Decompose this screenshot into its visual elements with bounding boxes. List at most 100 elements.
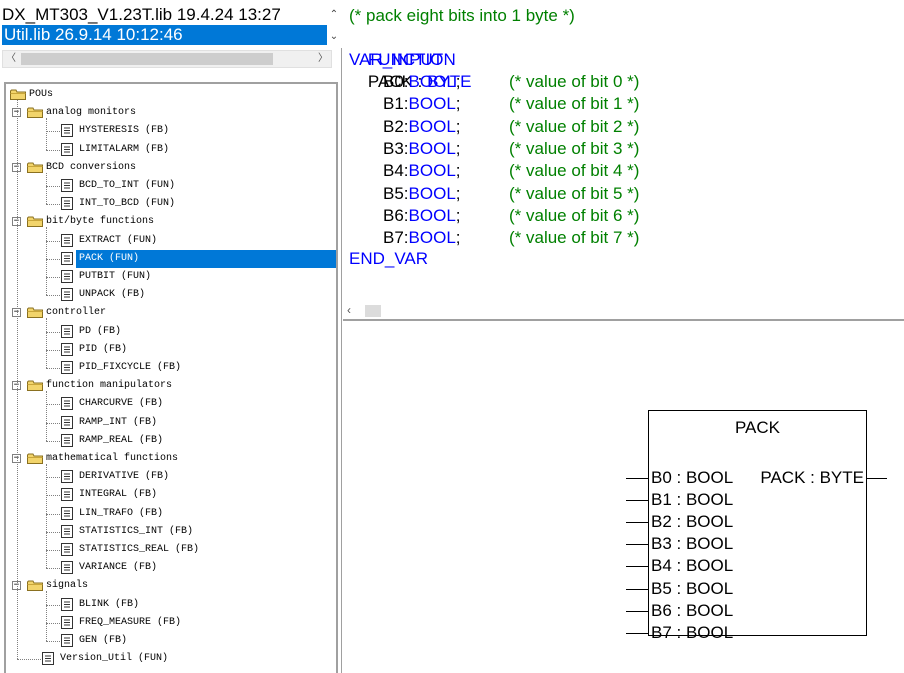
document-icon [61, 142, 73, 156]
tree-item[interactable]: PACK (FUN) [6, 249, 336, 268]
document-icon [61, 324, 73, 338]
tree-item[interactable]: LIN_TRAFO (FB) [6, 505, 336, 523]
tree-connector [46, 277, 60, 278]
tree-item[interactable]: RAMP_INT (FB) [6, 414, 336, 432]
tree-item[interactable]: BLINK (FB) [6, 596, 336, 614]
document-icon [61, 634, 73, 647]
tree-folder[interactable]: − signals [6, 577, 336, 595]
tree-item-label: UNPACK (FB) [79, 289, 146, 301]
scroll-up-icon[interactable]: ⌃ [328, 5, 340, 25]
declaration-editor[interactable]: (* pack eight bits into 1 byte *) FUNCTI… [343, 0, 904, 321]
input-pin-label: B2 : BOOL [651, 512, 734, 532]
tree-folder[interactable]: − function manipulators [6, 377, 336, 395]
function-block[interactable]: PACK B0 : BOOL B1 : BOOL B2 : BOOL B3 : BOO… [648, 410, 867, 642]
document-icon [61, 361, 73, 374]
tree-folder[interactable]: − analog monitors [6, 104, 336, 122]
pou-tree-panel: POUs − analog monitors HYSTERESIS (FB) LIMIT… [4, 82, 338, 673]
tree-folder-label: controller [46, 307, 107, 319]
tree-connector [46, 604, 60, 606]
document-icon [61, 288, 73, 302]
tree-item-label: INT_TO_BCD (FUN) [79, 198, 176, 210]
tree-item[interactable]: VARIANCE (FB) [6, 559, 336, 577]
tree-connector [46, 464, 47, 569]
tree-item[interactable]: UNPACK (FB) [6, 286, 336, 304]
tree-item[interactable]: PUTBIT (FUN) [6, 268, 336, 286]
tree-connector [46, 318, 47, 368]
var-name: B4 [383, 161, 404, 181]
var-declaration: B5:BOOL; [383, 183, 461, 205]
tree-folder[interactable]: − BCD conversions [6, 159, 336, 177]
var-comment: (* value of bit 7 *) [509, 228, 640, 248]
tree-item[interactable]: STATISTICS_INT (FB) [6, 523, 336, 541]
scroll-left-icon[interactable]: 〈 [3, 51, 19, 67]
input-pin-label: B3 : BOOL [651, 534, 734, 554]
var-comment: (* value of bit 3 *) [509, 138, 640, 158]
library-item[interactable]: DX_MT303_V1.23T.lib 19.4.24 13:27 [2, 5, 327, 25]
tree-item[interactable]: GEN (FB) [6, 632, 336, 650]
tree-item[interactable]: PD (FB) [6, 323, 336, 341]
tree-item-label: HYSTERESIS (FB) [79, 125, 170, 137]
tree-connector [46, 149, 60, 151]
var-name: B1 [383, 94, 404, 114]
tree-connector [46, 391, 47, 441]
tree-item[interactable]: HYSTERESIS (FB) [6, 122, 336, 140]
tree-folder-label: analog monitors [46, 107, 137, 119]
tree-connector [46, 622, 60, 624]
input-pin-line [626, 610, 648, 612]
tree-item-label: EXTRACT (FUN) [79, 234, 158, 246]
var-type: BOOL [408, 116, 456, 136]
tree-item[interactable]: STATISTICS_REAL (FB) [6, 541, 336, 559]
tree-connector [46, 204, 60, 206]
scroll-right-icon[interactable]: 〉 [315, 51, 331, 67]
tree-folder[interactable]: − bit/byte functions [6, 213, 336, 231]
document-icon [61, 251, 73, 265]
scroll-left-icon[interactable]: ‹ [347, 302, 361, 318]
folder-icon [27, 380, 43, 392]
tree-item[interactable]: LIMITALARM (FB) [6, 141, 336, 159]
tree-connector [46, 368, 60, 369]
tree-connector [46, 349, 60, 351]
tree-item[interactable]: EXTRACT (FUN) [6, 232, 336, 250]
tree-item-label: DERIVATIVE (FB) [79, 471, 170, 483]
tree-item[interactable]: POUs [6, 86, 336, 104]
tree-connector [46, 331, 60, 333]
scroll-down-icon[interactable]: ⌄ [328, 27, 340, 47]
library-selector-list[interactable]: DX_MT303_V1.23T.lib 19.4.24 13:27 Util.l… [0, 0, 342, 48]
tree-folder[interactable]: − controller [6, 304, 336, 322]
tree-item-label: PACK (FUN) [76, 249, 336, 268]
tree-connector [46, 440, 60, 442]
library-item-selected[interactable]: Util.lib 26.9.14 10:12:46 [2, 25, 327, 45]
tree-connector [46, 258, 60, 260]
tree-folder-label: signals [46, 580, 89, 592]
scrollbar-thumb[interactable] [365, 305, 381, 317]
input-pin-label: B0 : BOOL [651, 468, 734, 487]
input-pin-line [626, 478, 648, 479]
declaration-scrollbar[interactable]: ‹ [347, 302, 383, 318]
tree-item[interactable]: DERIVATIVE (FB) [6, 468, 336, 486]
tree-item[interactable]: CHARCURVE (FB) [6, 395, 336, 413]
tree-item[interactable]: RAMP_REAL (FB) [6, 432, 336, 450]
tree-item[interactable]: FREQ_MEASURE (FB) [6, 614, 336, 632]
pou-tree: POUs − analog monitors HYSTERESIS (FB) LIMIT… [6, 84, 336, 673]
tree-item-label: PID (FB) [79, 343, 128, 355]
header-comment: (* pack eight bits into 1 byte *) [349, 6, 575, 25]
statement-terminator: ; [455, 94, 461, 114]
tree-item[interactable]: INTEGRAL (FB) [6, 486, 336, 504]
tree-item[interactable]: PID_FIXCYCLE (FB) [6, 359, 336, 377]
tree-folder[interactable]: − mathematical functions [6, 450, 336, 468]
tree-folder-label: mathematical functions [46, 453, 179, 464]
tree-item[interactable]: PID (FB) [6, 341, 336, 359]
tree-item[interactable]: Version_Util (FUN) [6, 650, 336, 668]
scrollbar-thumb[interactable] [21, 53, 273, 65]
var-declaration: B2:BOOL; [383, 116, 461, 138]
tree-item[interactable]: BCD_TO_INT (FUN) [6, 177, 336, 195]
var-type: BOOL [408, 138, 456, 158]
document-icon [61, 270, 73, 283]
tree-item[interactable]: INT_TO_BCD (FUN) [6, 195, 336, 213]
var-declaration: B0:BOOL; [383, 71, 461, 93]
var-comment: (* value of bit 5 *) [509, 183, 640, 203]
tree-item-label: BLINK (FB) [79, 598, 140, 610]
horizontal-scrollbar[interactable]: 〈 〉 [2, 50, 332, 68]
input-pin-label: B6 : BOOL [651, 600, 734, 620]
tree-item-label: STATISTICS_REAL (FB) [79, 544, 200, 555]
